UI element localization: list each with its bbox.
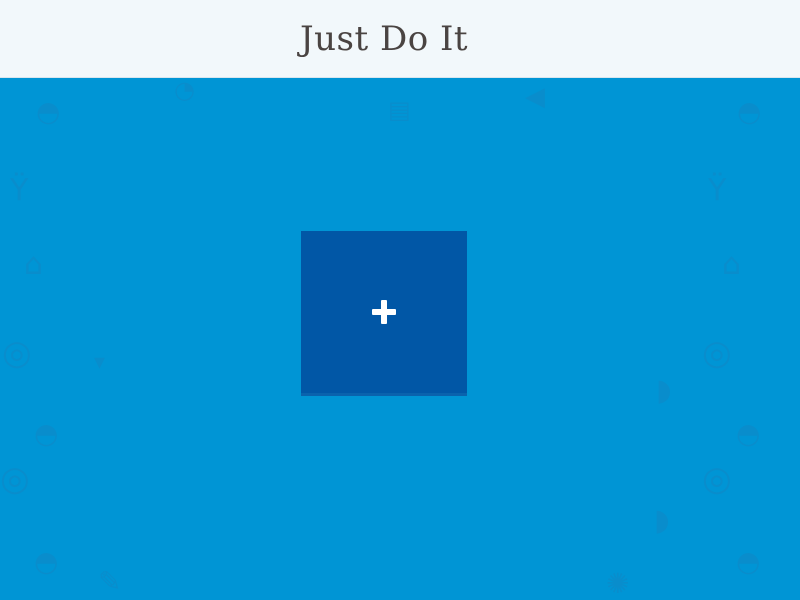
donut-icon: ◎ xyxy=(702,333,732,373)
donut-icon: ✺ xyxy=(606,567,630,600)
cake-icon: ◓ xyxy=(736,417,761,450)
board-canvas: ◓ ◔ ◀ ◓ ▤ Ÿ Ÿ ⌂ ⌂ ◎ ◎ ▾ ◓ ◓ ◗ ◎ ◎ ◗ ◓ ◓ … xyxy=(0,78,800,600)
cake-icon: ◓ xyxy=(34,545,59,578)
donut-icon: ◎ xyxy=(0,459,30,499)
cake-icon: ◓ xyxy=(34,417,59,450)
donut-icon: ◎ xyxy=(2,333,32,373)
plus-icon xyxy=(372,300,396,324)
grill-icon: ⌂ xyxy=(24,247,44,282)
pizza-slice-icon: ◗ xyxy=(656,373,672,408)
app-header: Just Do It xyxy=(0,0,800,78)
donut-icon: ◎ xyxy=(702,459,732,499)
bread-icon: ▤ xyxy=(388,96,411,124)
cupcake-icon: ◔ xyxy=(174,78,195,104)
ice-cream-icon: ▾ xyxy=(94,350,106,375)
cocktail-glass-icon: Ÿ xyxy=(708,173,727,208)
cake-icon: ◓ xyxy=(736,545,761,578)
pizza-slice-icon: ◀ xyxy=(525,82,545,112)
grill-icon: ⌂ xyxy=(722,247,742,282)
cake-icon: ◓ xyxy=(36,95,61,128)
add-list-button[interactable] xyxy=(301,231,467,396)
pizza-slice-icon: ◗ xyxy=(654,503,670,538)
page-title: Just Do It xyxy=(300,19,469,59)
carrot-icon: ✎ xyxy=(98,565,122,598)
cocktail-glass-icon: Ÿ xyxy=(10,173,29,208)
cake-icon: ◓ xyxy=(737,95,762,128)
